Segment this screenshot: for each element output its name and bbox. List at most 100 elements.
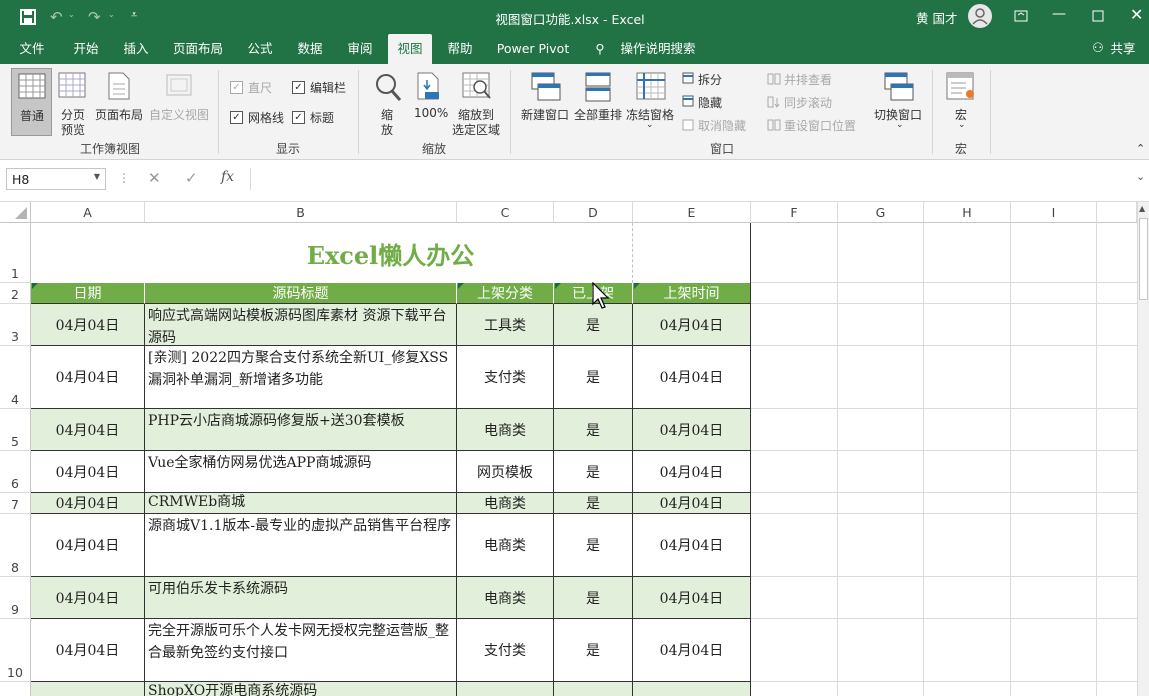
- column-header-d[interactable]: D: [554, 202, 633, 223]
- ruler-checkbox[interactable]: ✓: [230, 81, 243, 94]
- scroll-up-icon[interactable]: ▲: [1139, 204, 1145, 213]
- row-header-4[interactable]: 4: [0, 346, 31, 409]
- user-name[interactable]: 黄 国才: [916, 8, 957, 27]
- zoom-label-2[interactable]: 放: [381, 121, 393, 138]
- undo-icon[interactable]: ↶: [50, 8, 63, 26]
- cell-listed[interactable]: 是: [554, 619, 633, 682]
- scrollbar-thumb[interactable]: [1139, 218, 1148, 300]
- column-header-g[interactable]: G: [838, 202, 924, 223]
- cell-category[interactable]: 电商类: [457, 577, 554, 619]
- normal-view-button[interactable]: 普通: [11, 68, 52, 136]
- cell-time[interactable]: 04月04日: [633, 346, 751, 409]
- close-icon[interactable]: ✕: [1130, 5, 1143, 24]
- collapse-ribbon-icon[interactable]: ⌃: [1136, 142, 1145, 155]
- row-header-6[interactable]: 6: [0, 451, 31, 493]
- name-box[interactable]: H8 ▼: [6, 168, 106, 190]
- column-header-a[interactable]: A: [31, 202, 145, 223]
- cell-category[interactable]: 工具类: [457, 304, 554, 346]
- tab-data[interactable]: 数据: [288, 34, 332, 64]
- cell-date[interactable]: 04月04日: [31, 409, 145, 451]
- cell-title[interactable]: PHP云小店商城源码修复版+送30套模板: [145, 409, 457, 451]
- cell-title[interactable]: [亲测] 2022四方聚合支付系统全新UI_修复XSS漏洞补单漏洞_新增诸多功能: [145, 346, 457, 409]
- row-header-10[interactable]: 10: [0, 619, 31, 682]
- name-box-dropdown-icon[interactable]: ▼: [94, 172, 100, 181]
- row-header-5[interactable]: 5: [0, 409, 31, 451]
- cell-listed[interactable]: 是: [554, 577, 633, 619]
- minimize-icon[interactable]: —: [1052, 6, 1066, 22]
- vertical-scrollbar[interactable]: ▲: [1137, 202, 1149, 696]
- cell-date[interactable]: 04月04日: [31, 619, 145, 682]
- cell-date[interactable]: 04月04日: [31, 304, 145, 346]
- unhide-button[interactable]: 取消隐藏: [698, 117, 746, 134]
- formula-input[interactable]: [250, 168, 1135, 190]
- row-header-9[interactable]: 9: [0, 577, 31, 619]
- page-layout-button[interactable]: 页面布局: [95, 106, 143, 123]
- page-break-label-2[interactable]: 预览: [61, 121, 85, 138]
- cell-date[interactable]: 04月04日: [31, 577, 145, 619]
- cell-title[interactable]: Vue全家桶仿网易优选APP商城源码: [145, 451, 457, 493]
- cell-title[interactable]: ShopXO开源电商系统源码: [145, 682, 457, 696]
- arrange-all-button[interactable]: 全部重排: [574, 106, 622, 123]
- sheet-title[interactable]: Excel懒人办公: [31, 223, 751, 283]
- confirm-entry-icon[interactable]: ✓: [185, 169, 198, 187]
- cell-title[interactable]: CRMWEb商城: [145, 493, 457, 514]
- split-button[interactable]: 拆分: [698, 71, 722, 88]
- cell-listed[interactable]: 是: [554, 409, 633, 451]
- freeze-dropdown-icon[interactable]: ⌄: [646, 120, 654, 130]
- cell-time[interactable]: 04月04日: [633, 451, 751, 493]
- cell-listed[interactable]: [554, 682, 633, 696]
- expand-formula-bar-icon[interactable]: ⌄: [1136, 170, 1145, 183]
- cell-time[interactable]: 04月04日: [633, 493, 751, 514]
- zoom-icon[interactable]: [374, 72, 402, 102]
- header-date[interactable]: 日期: [31, 283, 145, 304]
- header-category[interactable]: 上架分类: [457, 283, 554, 304]
- cell-date[interactable]: 04月04日: [31, 451, 145, 493]
- redo-dropdown-icon[interactable]: ⌄: [108, 10, 115, 19]
- cell-title[interactable]: 响应式高端网站模板源码图库素材 资源下载平台源码: [145, 304, 457, 346]
- cell-date[interactable]: 04月04日: [31, 346, 145, 409]
- cell-title[interactable]: 可用伯乐发卡系统源码: [145, 577, 457, 619]
- cell-category[interactable]: 支付类: [457, 619, 554, 682]
- gridlines-checkbox[interactable]: ✓: [230, 111, 243, 124]
- zoom-to-selection-label-2[interactable]: 选定区域: [452, 121, 500, 138]
- column-header-h[interactable]: H: [924, 202, 1011, 223]
- side-by-side-button[interactable]: 并排查看: [784, 71, 832, 88]
- cell-category[interactable]: [457, 682, 554, 696]
- hide-button[interactable]: 隐藏: [698, 94, 722, 111]
- custom-views-button[interactable]: 自定义视图: [149, 106, 209, 123]
- cell-date[interactable]: 04月04日: [31, 514, 145, 577]
- cell-listed[interactable]: 是: [554, 304, 633, 346]
- new-window-button[interactable]: 新建窗口: [521, 106, 569, 123]
- new-window-icon[interactable]: [531, 72, 561, 102]
- avatar[interactable]: [968, 4, 992, 28]
- macros-dropdown-icon[interactable]: ⌄: [958, 120, 966, 130]
- column-header-e[interactable]: E: [633, 202, 751, 223]
- insert-function-icon[interactable]: fx: [221, 169, 234, 185]
- row-header-2[interactable]: 2: [0, 283, 31, 304]
- zoom-100-icon[interactable]: [417, 72, 443, 102]
- cell-category[interactable]: 支付类: [457, 346, 554, 409]
- row-header-7[interactable]: 7: [0, 493, 31, 514]
- tab-page-layout[interactable]: 页面布局: [166, 34, 230, 64]
- sync-scroll-button[interactable]: 同步滚动: [784, 94, 832, 111]
- column-header-f[interactable]: F: [751, 202, 838, 223]
- page-layout-icon[interactable]: [108, 72, 130, 100]
- cancel-entry-icon[interactable]: ✕: [148, 169, 161, 187]
- cell-date[interactable]: 04月04日: [31, 493, 145, 514]
- reset-position-button[interactable]: 重设窗口位置: [784, 117, 856, 134]
- save-icon[interactable]: [20, 9, 36, 25]
- zoom-100-button[interactable]: 100%: [414, 106, 448, 120]
- switch-windows-icon[interactable]: [884, 72, 914, 102]
- cell-title[interactable]: 完全开源版可乐个人发卡网无授权完整运营版_整合最新免签约支付接口: [145, 619, 457, 682]
- arrange-all-icon[interactable]: [585, 72, 611, 102]
- column-header-b[interactable]: B: [145, 202, 457, 223]
- tab-power-pivot[interactable]: Power Pivot: [490, 34, 576, 64]
- cell-listed[interactable]: 是: [554, 493, 633, 514]
- row-header-8[interactable]: 8: [0, 514, 31, 577]
- header-time[interactable]: 上架时间: [633, 283, 751, 304]
- ribbon-display-icon[interactable]: [1014, 10, 1028, 22]
- tab-view[interactable]: 视图: [388, 34, 432, 64]
- share-button[interactable]: 共享: [1106, 34, 1140, 64]
- customize-qat-icon[interactable]: ⩡: [131, 8, 137, 22]
- cell-time[interactable]: 04月04日: [633, 577, 751, 619]
